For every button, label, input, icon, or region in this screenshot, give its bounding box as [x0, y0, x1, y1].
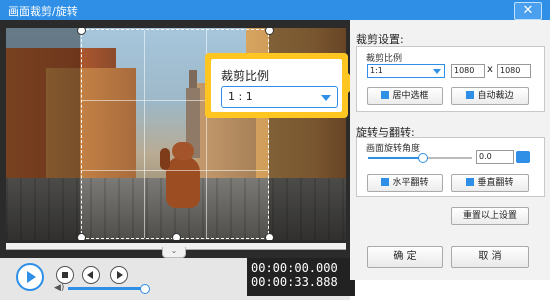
crop-handle-bottom-left[interactable]	[77, 233, 86, 240]
flip-vertical-button[interactable]: 垂直翻转	[451, 174, 529, 192]
multiply-sign: x	[487, 64, 493, 75]
stop-button[interactable]	[56, 266, 74, 284]
volume-icon[interactable]: ◀)	[54, 283, 64, 293]
crop-height-input[interactable]: 1080	[497, 64, 531, 78]
crop-width-input[interactable]: 1080	[451, 64, 485, 78]
crop-handle-bottom-right[interactable]	[265, 233, 274, 240]
time-current: 00:00:00.000	[251, 261, 338, 275]
close-button[interactable]: ✕	[514, 2, 542, 20]
rotate-icon[interactable]	[516, 151, 530, 163]
crop-handle-bottom-mid[interactable]	[172, 233, 181, 240]
settings-panel: 裁剪设置: 裁剪比例 1:1 1080 x 1080 居中选框 自动裁边 旋转与…	[350, 20, 550, 280]
next-frame-button[interactable]	[110, 266, 128, 284]
time-total: 00:00:33.888	[251, 275, 338, 289]
crop-ratio-combo[interactable]: 1:1	[367, 64, 445, 78]
center-crop-label: 居中选框	[392, 91, 429, 101]
play-button[interactable]	[16, 263, 44, 291]
preview-stage: 裁剪比例 1 : 1 ⌄ ◀) 00:00:00.000 00:00:33.88…	[0, 20, 358, 300]
popup-body: 裁剪比例 1 : 1	[211, 59, 342, 112]
chevron-down-icon	[321, 95, 331, 101]
reset-settings-label: 重置以上设置	[462, 211, 517, 221]
rotation-angle-input[interactable]: 0.0	[476, 150, 514, 164]
flip-vertical-label: 垂直翻转	[477, 178, 514, 188]
flip-horizontal-button[interactable]: 水平翻转	[367, 174, 443, 192]
time-display: 00:00:00.000 00:00:33.888	[247, 258, 355, 296]
playback-controls: ◀) 00:00:00.000 00:00:33.888	[0, 258, 355, 300]
chevron-down-icon	[433, 69, 441, 74]
rotation-angle-label: 画面旋转角度	[366, 144, 421, 154]
collapse-tab[interactable]: ⌄	[162, 247, 186, 258]
popup-ratio-label: 裁剪比例	[221, 69, 270, 83]
volume-knob[interactable]	[140, 284, 150, 294]
title-bar: 画面裁剪/旋转 ✕	[0, 0, 550, 20]
crop-settings-title: 裁剪设置:	[356, 33, 404, 46]
auto-crop-button[interactable]: 自动裁边	[451, 87, 529, 105]
rotation-fill	[368, 157, 420, 159]
ok-button[interactable]: 确 定	[367, 246, 443, 268]
close-icon: ✕	[522, 3, 534, 18]
window-title: 画面裁剪/旋转	[8, 5, 78, 18]
popup-ratio-select[interactable]: 1 : 1	[221, 86, 338, 108]
flip-vertical-icon	[466, 178, 475, 186]
crop-ratio-value: 1:1	[370, 66, 383, 75]
volume-fill	[68, 287, 144, 290]
cancel-button[interactable]: 取 消	[451, 246, 529, 268]
flip-horizontal-label: 水平翻转	[392, 178, 429, 188]
auto-crop-label: 自动裁边	[477, 91, 514, 101]
popup-ratio-value: 1 : 1	[228, 90, 253, 103]
flip-horizontal-icon	[381, 178, 390, 186]
auto-crop-icon	[466, 91, 475, 99]
crop-dim-left	[6, 28, 80, 240]
chevron-down-icon: ⌄	[170, 246, 178, 255]
center-icon	[381, 91, 390, 99]
center-crop-button[interactable]: 居中选框	[367, 87, 443, 105]
crop-ratio-popup: 裁剪比例 1 : 1	[205, 53, 358, 118]
rotation-knob[interactable]	[418, 153, 428, 163]
crop-grid-line	[144, 30, 145, 238]
volume-slider[interactable]	[68, 287, 144, 290]
reset-settings-button[interactable]: 重置以上设置	[451, 207, 529, 225]
prev-frame-button[interactable]	[82, 266, 100, 284]
crop-grid-line	[82, 170, 268, 171]
crop-ratio-label: 裁剪比例	[366, 54, 403, 64]
